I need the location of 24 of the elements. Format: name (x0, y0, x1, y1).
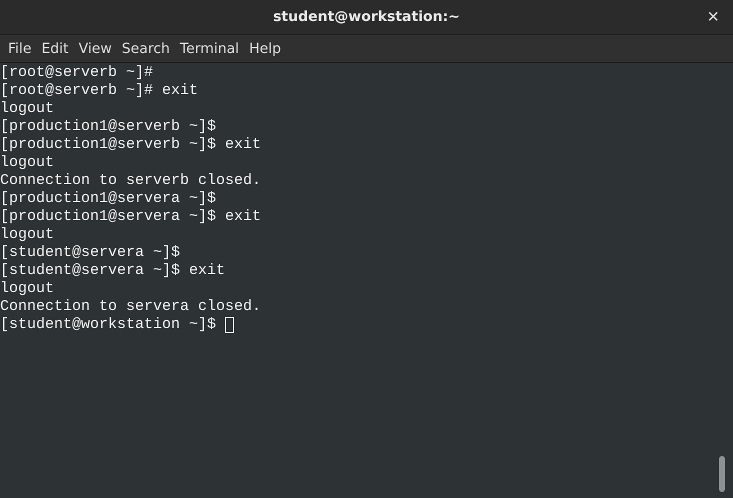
terminal-line: logout (0, 280, 54, 298)
close-button[interactable]: × (703, 6, 723, 28)
terminal-line: [student@workstation ~]$ (0, 316, 218, 334)
menu-item[interactable]: File (3, 40, 36, 56)
terminal-line: [student@servera ~]$ exit (0, 262, 226, 280)
terminal-line: [production1@servera ~]$ exit (0, 208, 262, 226)
menu-item[interactable]: Help (244, 40, 286, 56)
window-title: student@workstation:~ (273, 9, 460, 25)
terminal-line: Connection to servera closed. (0, 298, 262, 316)
terminal-line: Connection to serverb closed. (0, 172, 262, 190)
menu-item[interactable]: Edit (36, 40, 74, 56)
terminal-line: logout (0, 154, 54, 172)
scrollbar-thumb[interactable] (719, 456, 725, 492)
menu-item[interactable]: Terminal (174, 40, 244, 56)
terminal-line: [production1@servera ~]$ (0, 190, 216, 208)
terminal-line: [production1@serverb ~]$ exit (0, 136, 262, 154)
terminal-line: [root@serverb ~]# exit (0, 82, 198, 100)
terminal-line: [student@servera ~]$ (0, 244, 180, 262)
terminal-line: logout (0, 100, 54, 118)
terminal-line: [root@serverb ~]# (0, 64, 154, 82)
menu-item[interactable]: Search (116, 40, 175, 56)
menu-item[interactable]: View (74, 40, 117, 56)
terminal-line: [production1@serverb ~]$ (0, 118, 216, 136)
terminal-line: logout (0, 226, 54, 244)
